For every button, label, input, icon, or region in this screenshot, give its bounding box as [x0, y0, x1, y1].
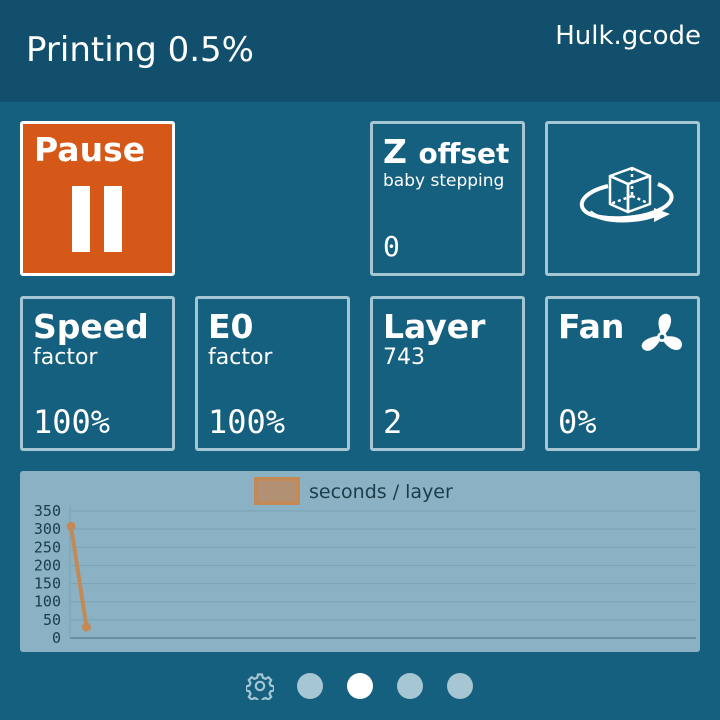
pause-button[interactable]: Pause — [20, 121, 175, 276]
layer-total: 743 — [383, 345, 425, 370]
e0-value: 100% — [208, 403, 286, 441]
page-dot-1[interactable] — [297, 673, 323, 699]
fan-tile[interactable]: Fan 0% — [545, 296, 700, 451]
y-tick-label: 100 — [34, 593, 61, 611]
print-status: Printing 0.5% — [26, 30, 254, 70]
y-tick-label: 250 — [34, 538, 61, 556]
y-tick-label: 50 — [43, 611, 61, 629]
view-rotate-tile[interactable] — [545, 121, 700, 276]
file-name: Hulk.gcode — [555, 21, 701, 51]
chart-canvas: 050100150200250300350 seconds / layer — [34, 477, 696, 647]
layer-title: Layer — [383, 307, 486, 346]
y-tick-label: 200 — [34, 556, 61, 574]
e0-factor-tile[interactable]: E0 factor 100% — [195, 296, 350, 451]
e0-title: E0 — [208, 307, 254, 346]
speed-value: 100% — [33, 403, 111, 441]
data-point — [66, 521, 76, 531]
layer-tile[interactable]: Layer 743 2 — [370, 296, 525, 451]
z-offset-tile[interactable]: Z offset baby stepping 0 — [370, 121, 525, 276]
fan-icon — [641, 313, 682, 351]
z-offset-value: 0 — [383, 230, 400, 263]
e0-subtitle: factor — [208, 345, 273, 370]
legend-label: seconds / layer — [309, 481, 453, 503]
header-bar: Printing 0.5% Hulk.gcode — [0, 0, 720, 102]
y-tick-label: 300 — [34, 520, 61, 538]
page-indicator — [0, 672, 720, 700]
page-dot-2[interactable] — [347, 673, 373, 699]
legend-swatch — [254, 477, 300, 505]
data-point — [82, 622, 91, 632]
fan-title: Fan — [558, 307, 625, 346]
y-tick-label: 0 — [52, 629, 61, 647]
gear-icon[interactable] — [246, 672, 274, 700]
series-line — [69, 525, 89, 628]
fan-value: 0% — [558, 403, 597, 441]
layer-time-chart: 0 50 100 150 200 250 300 350 seconds / layer — [20, 471, 700, 652]
page-dot-4[interactable] — [447, 673, 473, 699]
layer-value: 2 — [383, 403, 403, 441]
speed-title: Speed — [33, 307, 149, 346]
speed-subtitle: factor — [33, 345, 98, 370]
pause-icon — [72, 186, 126, 252]
z-offset-subtitle: baby stepping — [383, 171, 505, 191]
y-tick-label: 350 — [34, 502, 61, 520]
y-tick-label: 150 — [34, 575, 61, 593]
rotate-cube-icon — [579, 166, 674, 223]
pause-label: Pause — [34, 130, 146, 169]
page-dot-3[interactable] — [397, 673, 423, 699]
z-offset-title-main: Z — [383, 132, 407, 171]
z-offset-title-suffix: offset — [418, 137, 510, 170]
speed-factor-tile[interactable]: Speed factor 100% — [20, 296, 175, 451]
